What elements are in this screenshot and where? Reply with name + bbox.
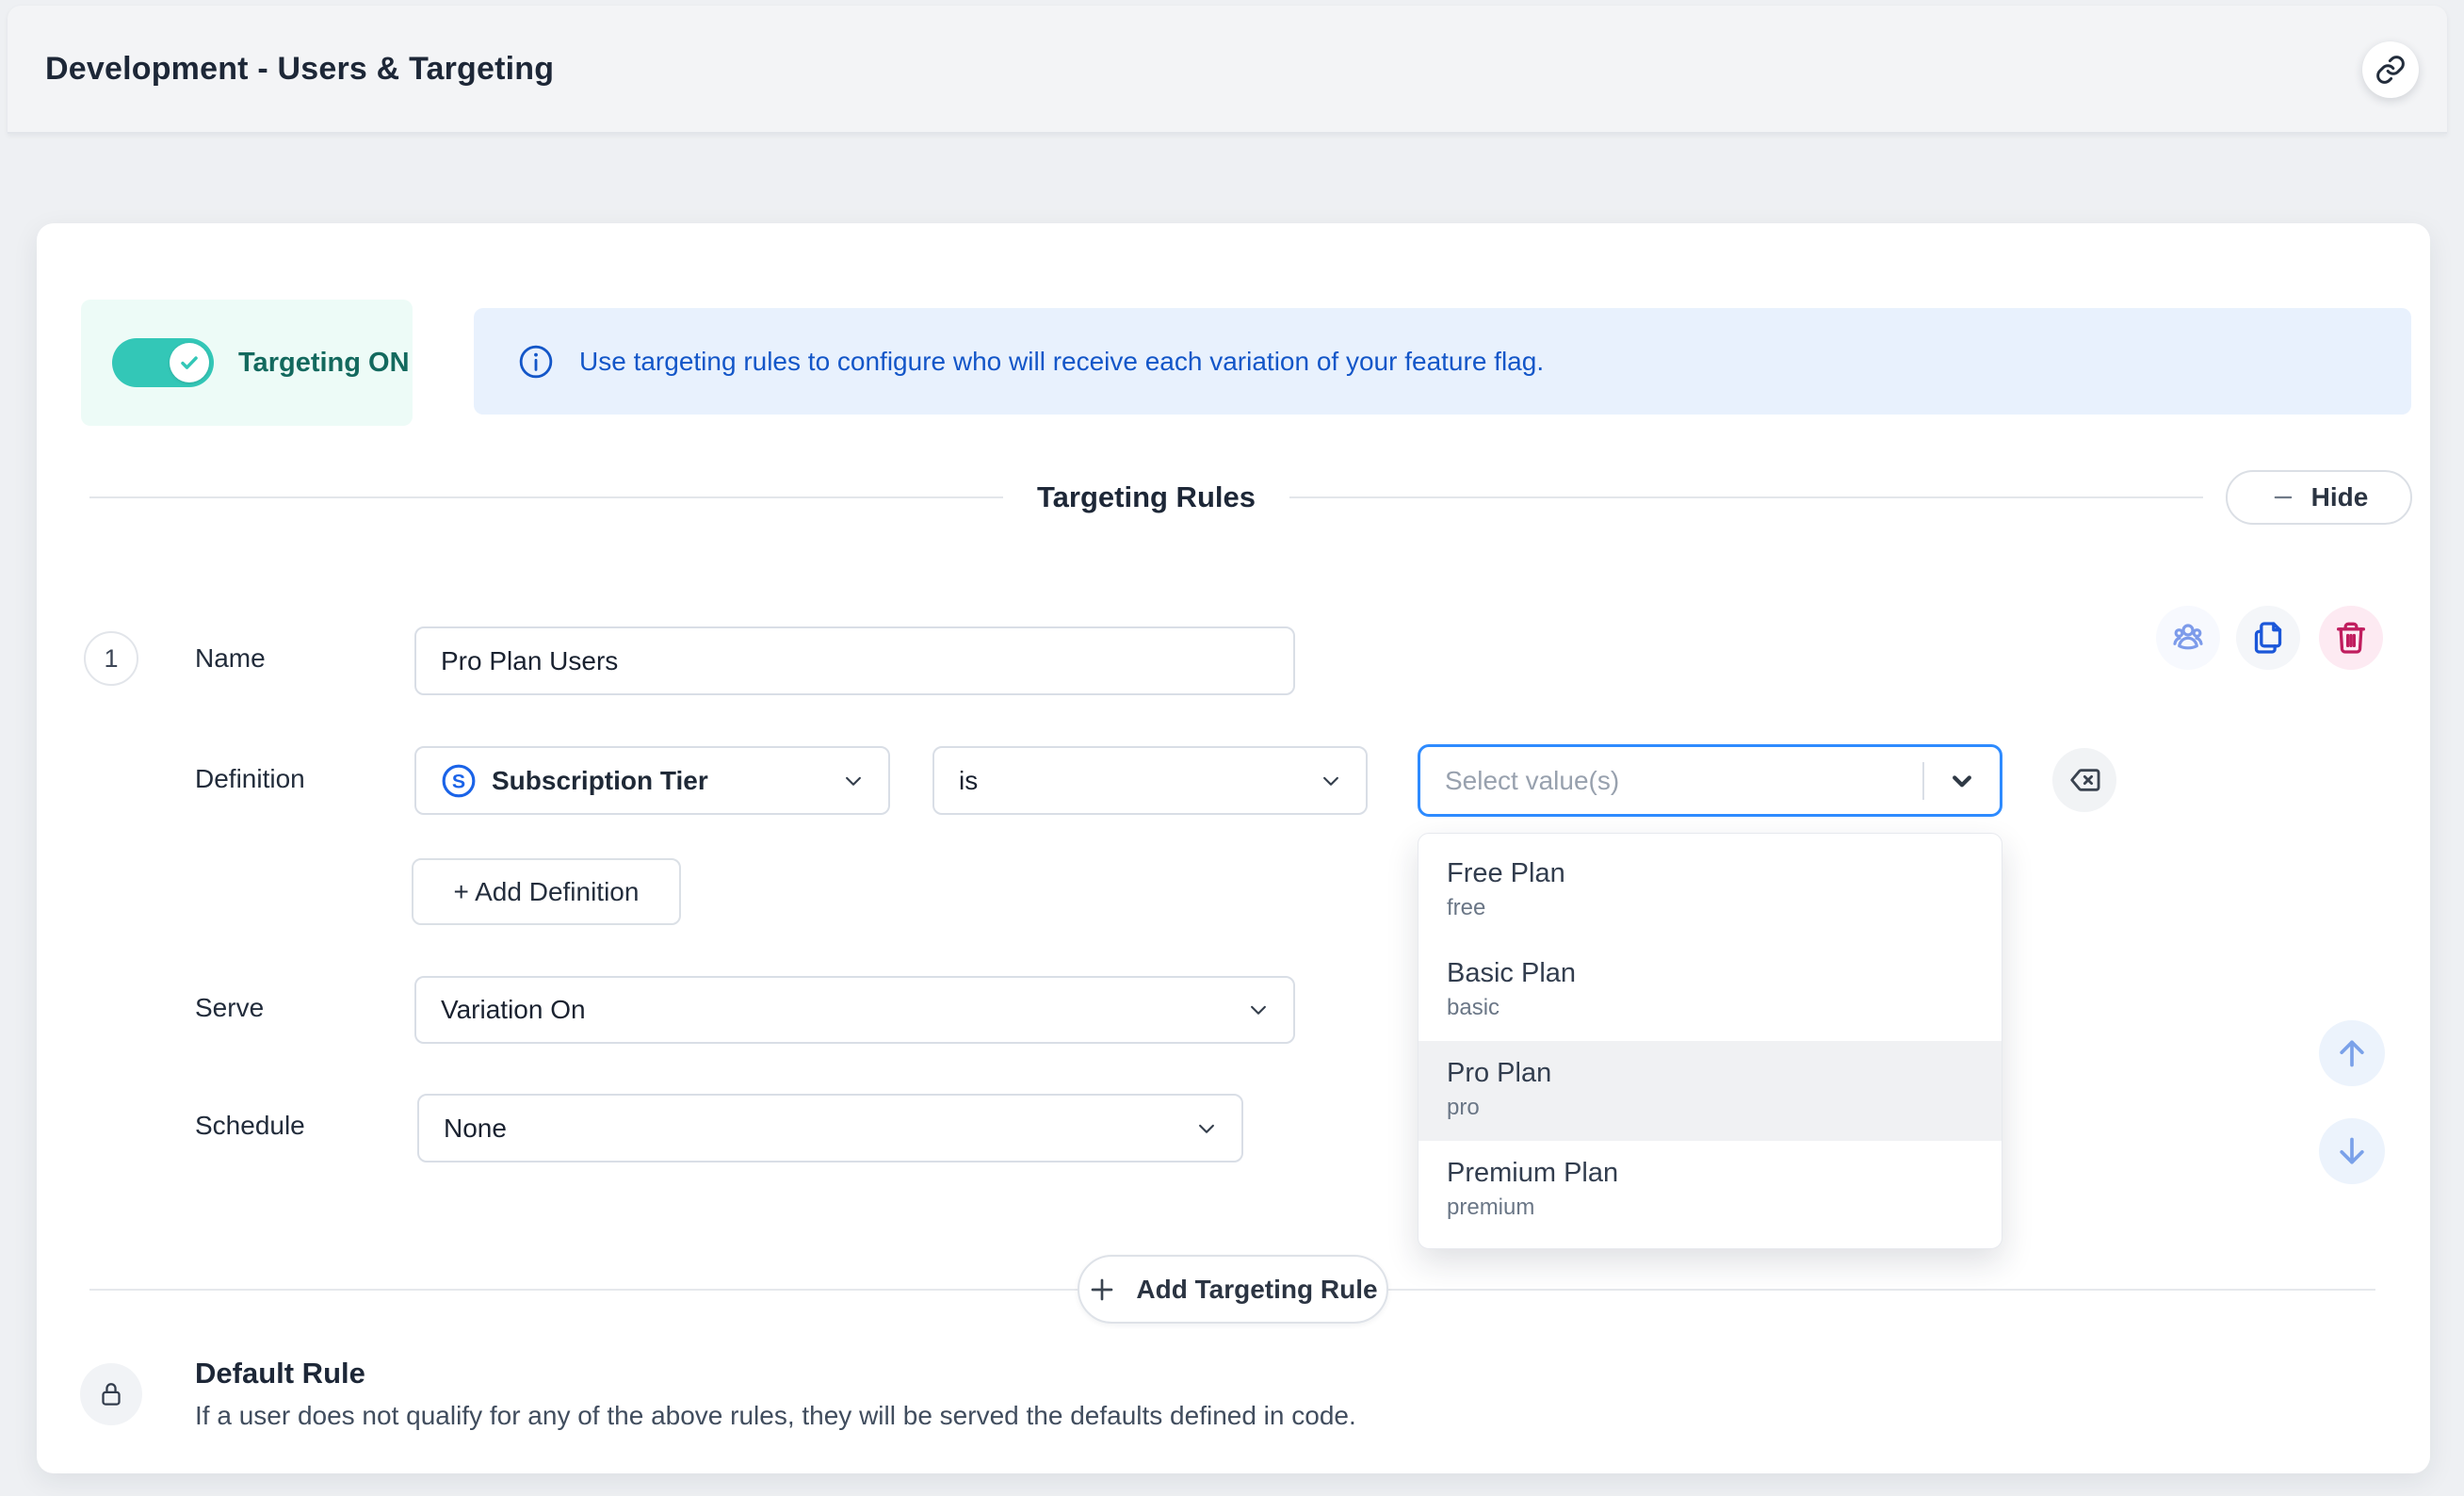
menu-option-basic-plan[interactable]: Basic Plan basic bbox=[1418, 941, 2002, 1041]
definition-comparator-value: is bbox=[959, 766, 978, 796]
schedule-select[interactable]: None bbox=[417, 1094, 1243, 1163]
delete-rule-button[interactable] bbox=[2319, 606, 2383, 670]
audience-button[interactable] bbox=[2156, 606, 2220, 670]
schedule-value: None bbox=[444, 1114, 507, 1144]
values-dropdown-menu: Free Plan free Basic Plan basic Pro Plan… bbox=[1418, 833, 2002, 1249]
info-banner: Use targeting rules to configure who wil… bbox=[474, 308, 2411, 415]
rule-number-badge: 1 bbox=[84, 631, 138, 686]
serve-label: Serve bbox=[195, 993, 264, 1023]
definition-label: Definition bbox=[195, 764, 305, 794]
serve-value: Variation On bbox=[441, 995, 586, 1025]
serve-select[interactable]: Variation On bbox=[414, 976, 1295, 1044]
string-type-icon: S bbox=[441, 763, 477, 799]
toggle-knob bbox=[170, 343, 209, 382]
hide-button-label: Hide bbox=[2311, 482, 2369, 512]
default-rule-lock-badge bbox=[80, 1363, 142, 1425]
values-search-input[interactable] bbox=[1420, 747, 1922, 814]
info-banner-text: Use targeting rules to configure who wil… bbox=[579, 347, 1544, 377]
definition-comparator-select[interactable]: is bbox=[932, 746, 1368, 815]
definition-property-select[interactable]: S Subscription Tier bbox=[414, 746, 890, 815]
link-icon bbox=[2375, 54, 2407, 86]
move-rule-down-button[interactable] bbox=[2319, 1118, 2385, 1184]
duplicate-rule-button[interactable] bbox=[2236, 606, 2300, 670]
rule-name-input[interactable] bbox=[414, 626, 1295, 695]
option-value: free bbox=[1447, 892, 2002, 924]
page-title: Development - Users & Targeting bbox=[45, 51, 554, 88]
move-rule-up-button[interactable] bbox=[2319, 1020, 2385, 1086]
arrow-up-icon bbox=[2333, 1034, 2371, 1072]
targeting-card: Targeting ON Use targeting rules to conf… bbox=[37, 223, 2430, 1473]
plus-icon bbox=[1087, 1275, 1117, 1305]
lock-icon bbox=[95, 1378, 127, 1410]
menu-option-pro-plan[interactable]: Pro Plan pro bbox=[1418, 1041, 2002, 1141]
default-rule-title: Default Rule bbox=[195, 1357, 365, 1390]
clear-values-button[interactable] bbox=[2052, 748, 2116, 812]
arrow-down-icon bbox=[2333, 1132, 2371, 1170]
default-rule-description: If a user does not qualify for any of th… bbox=[195, 1401, 1356, 1431]
option-label: Pro Plan bbox=[1447, 1054, 2002, 1092]
values-chevron[interactable] bbox=[1924, 765, 2000, 797]
svg-text:S: S bbox=[452, 770, 465, 792]
option-value: pro bbox=[1447, 1092, 2002, 1124]
chevron-down-icon bbox=[1317, 767, 1345, 795]
definition-values-select[interactable] bbox=[1418, 744, 2002, 817]
section-title: Targeting Rules bbox=[1037, 480, 1256, 514]
targeting-toggle-label: Targeting ON bbox=[238, 348, 410, 379]
menu-option-premium-plan[interactable]: Premium Plan premium bbox=[1418, 1141, 2002, 1241]
chevron-down-icon bbox=[1946, 765, 1978, 797]
option-value: basic bbox=[1447, 992, 2002, 1024]
divider-line-right bbox=[1289, 496, 2203, 498]
minus-icon bbox=[2270, 484, 2296, 511]
divider-line-left bbox=[89, 496, 1003, 498]
menu-option-free-plan[interactable]: Free Plan free bbox=[1418, 841, 2002, 941]
definition-property-value: Subscription Tier bbox=[492, 766, 708, 796]
add-definition-button[interactable]: + Add Definition bbox=[412, 858, 681, 925]
hide-rules-button[interactable]: Hide bbox=[2226, 470, 2412, 525]
add-rule-row: Add Targeting Rule bbox=[89, 1255, 2375, 1324]
option-label: Basic Plan bbox=[1447, 954, 2002, 992]
option-label: Free Plan bbox=[1447, 854, 2002, 892]
option-value: premium bbox=[1447, 1192, 2002, 1224]
schedule-label: Schedule bbox=[195, 1111, 305, 1141]
chevron-down-icon bbox=[1192, 1114, 1221, 1143]
add-targeting-rule-button[interactable]: Add Targeting Rule bbox=[1078, 1255, 1388, 1324]
copy-icon bbox=[2249, 619, 2287, 657]
backspace-icon bbox=[2067, 762, 2102, 798]
info-icon bbox=[517, 343, 555, 381]
targeting-toggle-box: Targeting ON bbox=[81, 300, 413, 426]
add-targeting-rule-label: Add Targeting Rule bbox=[1136, 1275, 1377, 1305]
check-icon bbox=[177, 350, 202, 375]
add-definition-label: + Add Definition bbox=[454, 877, 640, 907]
users-icon bbox=[2169, 619, 2207, 657]
targeting-toggle[interactable] bbox=[112, 338, 214, 387]
trash-icon bbox=[2332, 619, 2370, 657]
page: Development - Users & Targeting bbox=[0, 0, 2464, 1496]
chevron-down-icon bbox=[839, 767, 867, 795]
chevron-down-icon bbox=[1244, 996, 1273, 1024]
targeting-rules-section: Targeting Rules Hide bbox=[89, 470, 2412, 525]
page-header: Development - Users & Targeting bbox=[8, 6, 2447, 134]
option-label: Premium Plan bbox=[1447, 1154, 2002, 1192]
copy-link-button[interactable] bbox=[2362, 41, 2419, 98]
name-label: Name bbox=[195, 643, 266, 674]
